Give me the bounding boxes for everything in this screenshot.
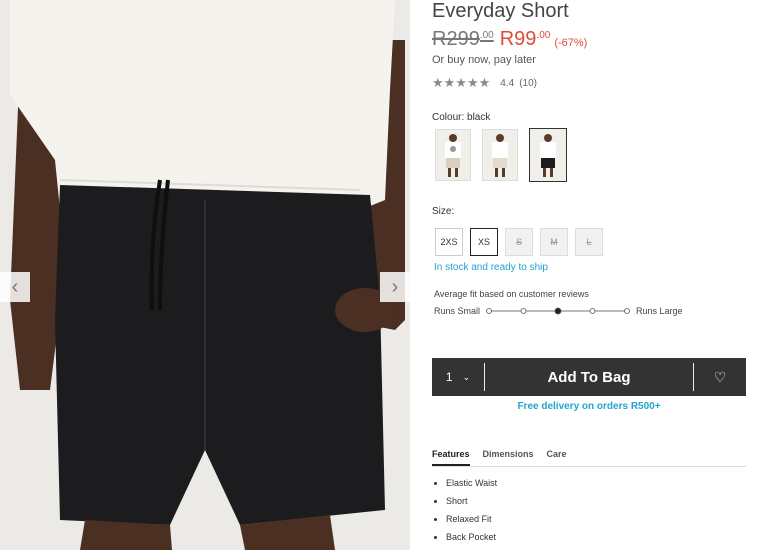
rating-value: 4.4 — [500, 77, 515, 89]
wishlist-heart-icon[interactable]: ♡ — [694, 369, 746, 386]
old-price-cents: .00 — [479, 30, 494, 41]
fit-large-label: Runs Large — [636, 306, 683, 316]
colour-swatches — [435, 128, 578, 182]
list-item: Relaxed Fit — [446, 514, 497, 524]
sale-price-main: R99 — [499, 28, 537, 50]
divider — [693, 363, 694, 391]
add-to-bag-bar: 1 ⌄ Add To Bag ♡ — [432, 358, 746, 396]
fit-dot — [589, 308, 596, 314]
discount-badge: (-67%) — [554, 37, 588, 49]
fit-title: Average fit based on customer reviews — [434, 289, 589, 299]
tab-features[interactable]: Features — [432, 449, 470, 466]
fit-small-label: Runs Small — [434, 306, 481, 316]
colour-swatch[interactable] — [482, 129, 518, 181]
rating-stars-icon: ★★★★★ — [432, 75, 491, 90]
sale-price: R99.00 — [500, 28, 551, 51]
size-option-s[interactable]: S — [505, 228, 533, 256]
features-list: Elastic Waist Short Relaxed Fit Back Poc… — [432, 478, 497, 550]
quantity-select[interactable]: 1 ⌄ — [432, 370, 484, 384]
old-price-main: R299 — [432, 28, 480, 50]
fit-dot — [486, 308, 492, 314]
size-option-2xs[interactable]: 2XS — [435, 228, 463, 256]
rating-count: (10) — [519, 77, 537, 89]
rating[interactable]: ★★★★★ 4.4 (10) — [432, 75, 537, 91]
size-label: Size: — [432, 206, 455, 217]
fit-scale: Runs Small Runs Large — [434, 306, 683, 316]
product-title: Everyday Short — [432, 0, 569, 22]
list-item: Elastic Waist — [446, 478, 497, 488]
free-delivery-text: Free delivery on orders R500+ — [517, 401, 661, 412]
add-to-bag-button[interactable]: Add To Bag — [485, 369, 693, 386]
old-price: R299.00 — [432, 28, 494, 51]
chevron-right-icon: › — [391, 275, 399, 298]
divider — [484, 363, 485, 391]
pay-later-text: Or buy now, pay later — [432, 54, 536, 66]
colour-swatch-selected[interactable] — [529, 128, 567, 182]
next-image-button[interactable]: › — [380, 272, 410, 302]
fit-slider — [486, 307, 630, 315]
product-tabs: Features Dimensions Care — [432, 449, 746, 467]
size-option-m[interactable]: M — [540, 228, 568, 256]
product-image[interactable]: ‹ › — [0, 0, 410, 550]
tab-dimensions[interactable]: Dimensions — [483, 449, 534, 466]
size-option-l[interactable]: L — [575, 228, 603, 256]
sale-price-cents: .00 — [536, 30, 551, 41]
stock-status: In stock and ready to ship — [434, 262, 548, 273]
colour-label: Colour: black — [432, 112, 491, 123]
quantity-value: 1 — [445, 370, 453, 384]
tab-care[interactable]: Care — [547, 449, 567, 466]
size-option-xs[interactable]: XS — [470, 228, 498, 256]
fit-dot-selected — [554, 307, 562, 315]
colour-swatch[interactable] — [435, 129, 471, 181]
size-options: 2XS XS S M L — [435, 228, 610, 256]
chevron-down-icon: ⌄ — [462, 371, 471, 382]
fit-dot — [624, 308, 630, 314]
previous-image-button[interactable]: ‹ — [0, 272, 30, 302]
fit-dot — [520, 308, 527, 314]
chevron-left-icon: ‹ — [11, 275, 19, 298]
list-item: Back Pocket — [446, 532, 497, 542]
list-item: Short — [446, 496, 497, 506]
price-block: R299.00 R99.00 (-67%) — [432, 28, 587, 51]
